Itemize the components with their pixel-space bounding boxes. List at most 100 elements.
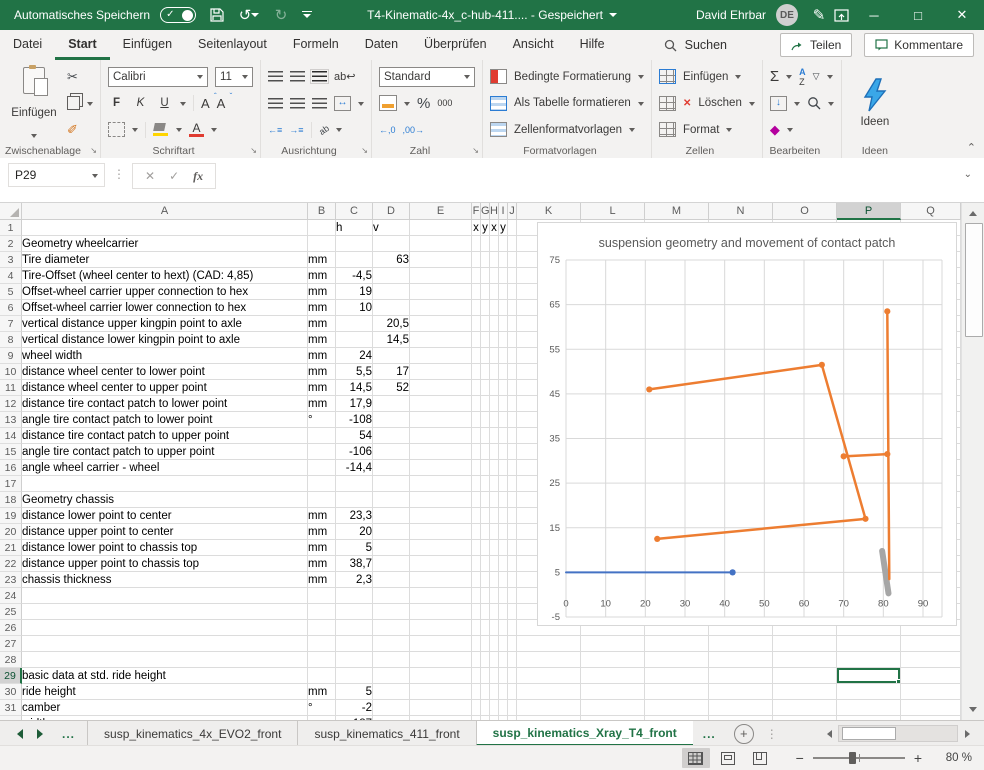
- cell-A7[interactable]: vertical distance upper kingpin point to…: [22, 316, 308, 332]
- accounting-format-icon[interactable]: [379, 95, 397, 111]
- format-painter-icon[interactable]: ✐: [67, 122, 78, 138]
- zoom-slider-thumb[interactable]: [849, 752, 856, 764]
- cell-H29[interactable]: [490, 668, 499, 684]
- cell-E24[interactable]: [410, 588, 472, 604]
- cell-D28[interactable]: [373, 652, 410, 668]
- cell-D13[interactable]: [373, 412, 410, 428]
- cell-B13[interactable]: °: [308, 412, 336, 428]
- cell-N28[interactable]: [709, 652, 773, 668]
- fill-color-chevron-icon[interactable]: [176, 128, 182, 135]
- autosum-chevron-icon[interactable]: [786, 75, 792, 82]
- cell-I31[interactable]: [499, 700, 508, 716]
- tab-ansicht[interactable]: Ansicht: [500, 30, 567, 60]
- cell-F8[interactable]: [472, 332, 481, 348]
- col-header-D[interactable]: D: [373, 203, 410, 220]
- cell-E1[interactable]: [410, 220, 472, 236]
- cell-A9[interactable]: wheel width: [22, 348, 308, 364]
- cell-A1[interactable]: [22, 220, 308, 236]
- cell-H11[interactable]: [490, 380, 499, 396]
- format-as-table-button[interactable]: Als Tabelle formatieren: [514, 97, 631, 109]
- cell-C5[interactable]: 19: [336, 284, 373, 300]
- cell-J25[interactable]: [508, 604, 517, 620]
- cell-E16[interactable]: [410, 460, 472, 476]
- cell-J31[interactable]: [508, 700, 517, 716]
- cell-I15[interactable]: [499, 444, 508, 460]
- tab-daten[interactable]: Daten: [352, 30, 411, 60]
- decrease-decimal-icon[interactable]: ,00→: [403, 125, 425, 135]
- scroll-down-icon[interactable]: [962, 703, 984, 720]
- cell-A13[interactable]: angle tire contact patch to lower point: [22, 412, 308, 428]
- percent-style-icon[interactable]: %: [417, 95, 430, 112]
- cell-I1[interactable]: y: [499, 220, 508, 236]
- cell-Q31[interactable]: [901, 700, 961, 716]
- fill-down-icon[interactable]: ↓: [770, 96, 787, 111]
- cell-J27[interactable]: [508, 636, 517, 652]
- cell-A15[interactable]: angle tire contact patch to upper point: [22, 444, 308, 460]
- cell-B6[interactable]: mm: [308, 300, 336, 316]
- cell-E14[interactable]: [410, 428, 472, 444]
- cell-F24[interactable]: [472, 588, 481, 604]
- user-name[interactable]: David Ehrbar: [696, 8, 766, 22]
- cell-I18[interactable]: [499, 492, 508, 508]
- cell-L30[interactable]: [581, 684, 645, 700]
- cell-D10[interactable]: 17: [373, 364, 410, 380]
- underline-chevron-icon[interactable]: [180, 102, 186, 109]
- cell-D25[interactable]: [373, 604, 410, 620]
- redo-button[interactable]: ↻: [270, 4, 292, 26]
- copy-icon[interactable]: [67, 96, 80, 110]
- row-header-31[interactable]: 31: [0, 700, 22, 716]
- cell-H16[interactable]: [490, 460, 499, 476]
- cell-H21[interactable]: [490, 540, 499, 556]
- cell-I10[interactable]: [499, 364, 508, 380]
- cell-I20[interactable]: [499, 524, 508, 540]
- cell-E20[interactable]: [410, 524, 472, 540]
- cell-Q27[interactable]: [901, 636, 961, 652]
- dialog-launcher-icon[interactable]: ↘: [472, 146, 479, 155]
- cell-G11[interactable]: [481, 380, 490, 396]
- cell-J13[interactable]: [508, 412, 517, 428]
- cell-F26[interactable]: [472, 620, 481, 636]
- cell-G29[interactable]: [481, 668, 490, 684]
- find-chevron-icon[interactable]: [828, 102, 834, 109]
- number-format-select[interactable]: Standard: [379, 67, 475, 87]
- sheet-tab-susp_kinematics_411_front[interactable]: susp_kinematics_411_front: [297, 721, 475, 746]
- cell-B26[interactable]: [308, 620, 336, 636]
- cell-B3[interactable]: mm: [308, 252, 336, 268]
- decrease-indent-icon[interactable]: ←≡: [268, 125, 282, 135]
- cell-J22[interactable]: [508, 556, 517, 572]
- col-header-Q[interactable]: Q: [901, 203, 961, 220]
- col-header-L[interactable]: L: [581, 203, 645, 220]
- cell-C6[interactable]: 10: [336, 300, 373, 316]
- row-header-16[interactable]: 16: [0, 460, 22, 476]
- cell-E6[interactable]: [410, 300, 472, 316]
- cell-I26[interactable]: [499, 620, 508, 636]
- close-button[interactable]: ✕: [940, 0, 984, 30]
- cell-G12[interactable]: [481, 396, 490, 412]
- cell-D19[interactable]: [373, 508, 410, 524]
- search-box[interactable]: Suchen: [664, 30, 727, 60]
- cell-J12[interactable]: [508, 396, 517, 412]
- fill-handle[interactable]: [896, 679, 901, 684]
- cell-Q29[interactable]: [901, 668, 961, 684]
- cell-B27[interactable]: [308, 636, 336, 652]
- cell-B12[interactable]: mm: [308, 396, 336, 412]
- horizontal-scrollbar[interactable]: [838, 725, 958, 742]
- cell-H13[interactable]: [490, 412, 499, 428]
- cell-H12[interactable]: [490, 396, 499, 412]
- cell-D7[interactable]: 20,5: [373, 316, 410, 332]
- cell-G18[interactable]: [481, 492, 490, 508]
- font-color-chevron-icon[interactable]: [211, 128, 217, 135]
- cell-G4[interactable]: [481, 268, 490, 284]
- cell-N30[interactable]: [709, 684, 773, 700]
- cell-C22[interactable]: 38,7: [336, 556, 373, 572]
- cell-C11[interactable]: 14,5: [336, 380, 373, 396]
- cell-J29[interactable]: [508, 668, 517, 684]
- cell-A23[interactable]: chassis thickness: [22, 572, 308, 588]
- cell-G22[interactable]: [481, 556, 490, 572]
- cell-L29[interactable]: [581, 668, 645, 684]
- row-header-10[interactable]: 10: [0, 364, 22, 380]
- cell-I4[interactable]: [499, 268, 508, 284]
- col-header-I[interactable]: I: [499, 203, 508, 220]
- cell-B30[interactable]: mm: [308, 684, 336, 700]
- cell-B8[interactable]: mm: [308, 332, 336, 348]
